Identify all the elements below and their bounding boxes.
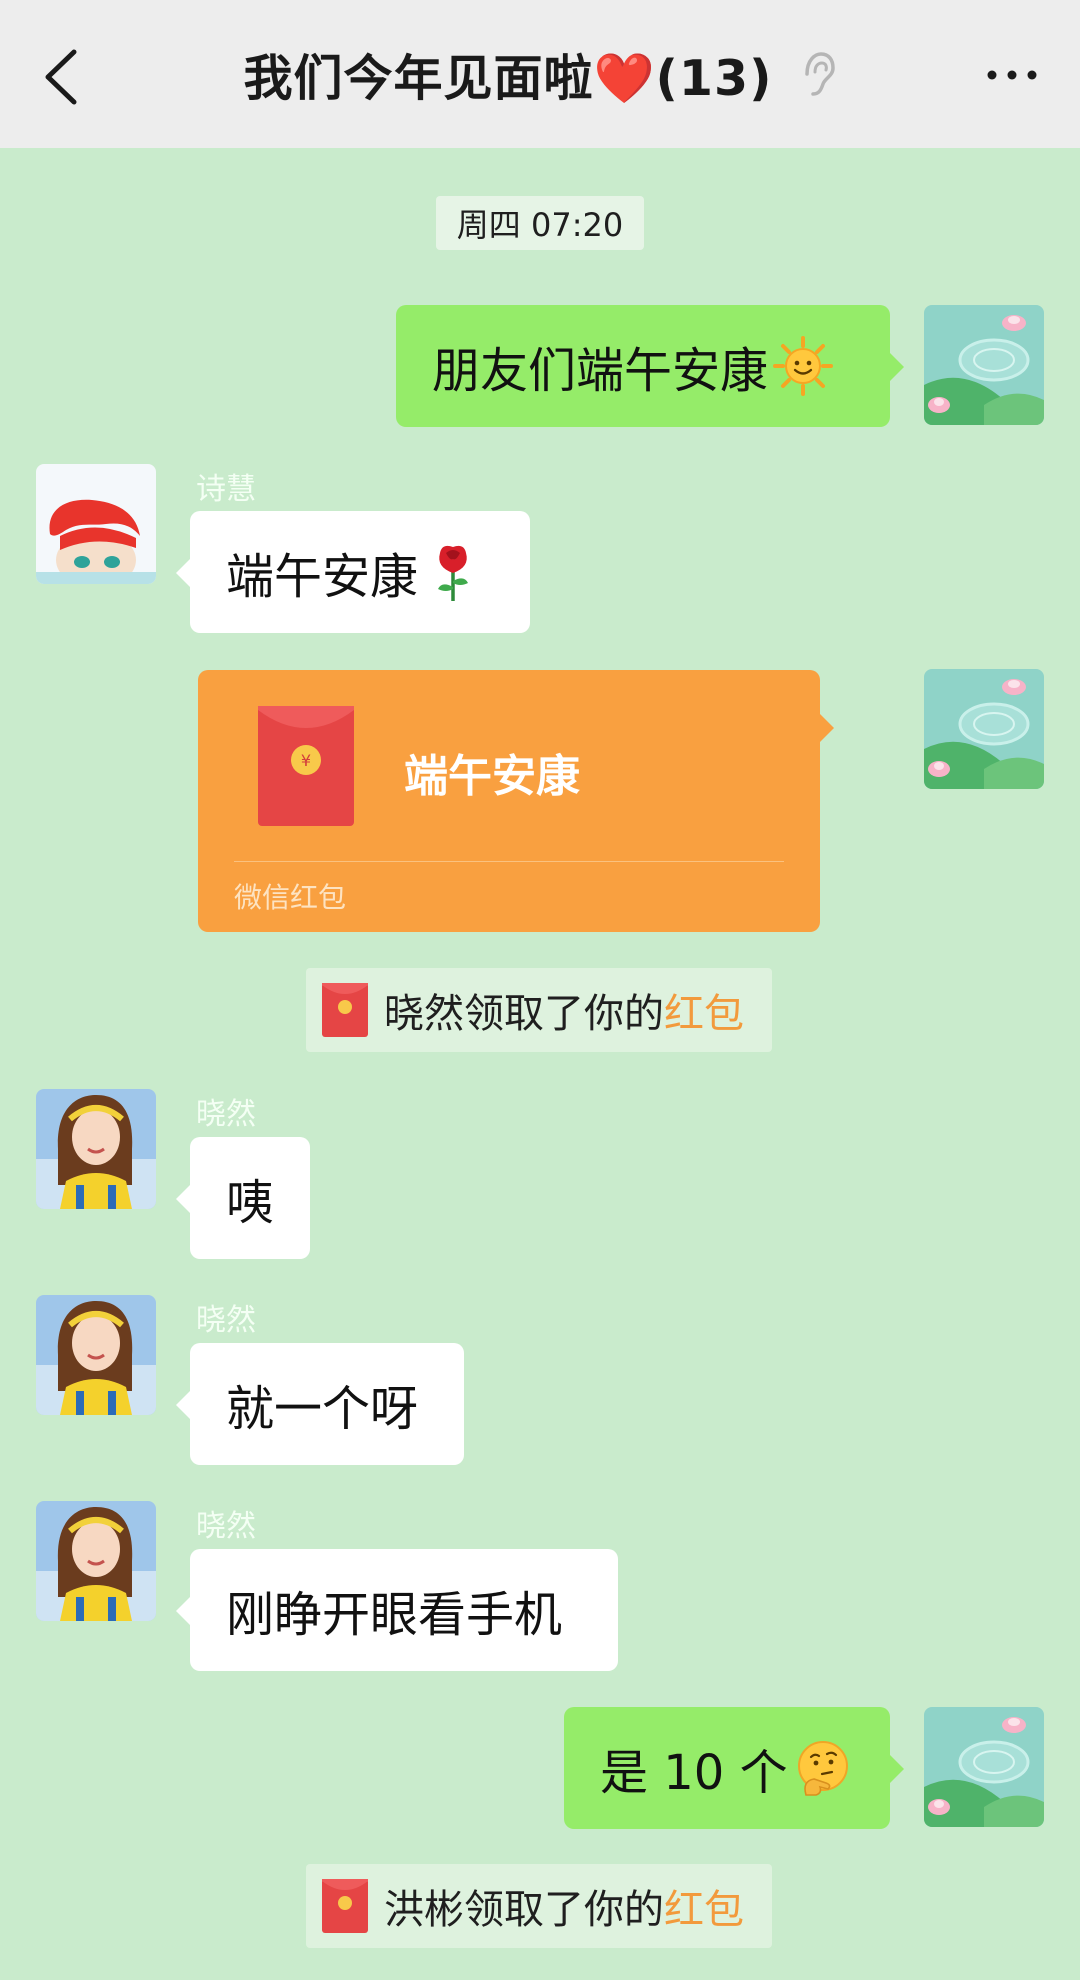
notice-text: 晓然领取了你的 (384, 991, 664, 1037)
red-packet-icon (322, 1879, 368, 1933)
sender-name: 晓然 (196, 1509, 256, 1544)
sender-avatar[interactable] (36, 464, 156, 584)
red-packet-claimed-notice: 洪彬领取了你的 红包 (306, 1864, 772, 1948)
chat-title[interactable]: 我们今年见面啦❤️(13) (244, 39, 773, 110)
my-avatar[interactable] (924, 1707, 1044, 1827)
message-bubble-outgoing[interactable]: 朋友们端午安康 (396, 305, 904, 427)
notice-text: 洪彬领取了你的 (384, 1887, 664, 1933)
message-text: 刚睁开眼看手机 (226, 1587, 563, 1643)
message-bubble-incoming[interactable]: 就一个呀 (176, 1343, 464, 1465)
thinking-face-emoji (797, 1741, 848, 1796)
red-packet-link[interactable]: 红包 (664, 981, 744, 1039)
sender-name: 诗慧 (196, 472, 256, 507)
red-packet-divider (234, 861, 784, 862)
red-packet-title: 端午安康 (404, 751, 580, 802)
sun-face-emoji (773, 336, 834, 396)
ear-icon[interactable] (797, 48, 837, 100)
sender-name: 晓然 (196, 1303, 256, 1338)
red-packet-footer: 微信红包 (234, 881, 347, 914)
more-dots-icon[interactable] (982, 60, 1042, 90)
message-bubble-incoming[interactable]: 端午安康 (176, 511, 530, 633)
message-text: 咦 (226, 1175, 275, 1231)
message-text: 就一个呀 (226, 1381, 419, 1437)
message-bubble-incoming[interactable]: 刚睁开眼看手机 (176, 1549, 618, 1671)
timestamp-label: 周四 07:20 (436, 196, 644, 250)
red-packet-icon (322, 983, 368, 1037)
message-text: 端午安康 (226, 549, 419, 605)
message-bubble-incoming[interactable]: 咦 (176, 1137, 310, 1259)
message-text: 是 10 个 (600, 1745, 788, 1801)
red-packet-card[interactable]: ¥ 端午安康 微信红包 (198, 670, 834, 932)
my-avatar[interactable] (924, 669, 1044, 789)
svg-text:¥: ¥ (301, 751, 311, 770)
sender-avatar[interactable] (36, 1501, 156, 1621)
red-packet-claimed-notice: 晓然领取了你的 红包 (306, 968, 772, 1052)
message-text: 朋友们端午安康 (432, 343, 769, 399)
rose-emoji (438, 545, 469, 601)
my-avatar[interactable] (924, 305, 1044, 425)
chat-header: 我们今年见面啦❤️(13) (0, 0, 1080, 148)
sender-avatar[interactable] (36, 1295, 156, 1415)
sender-avatar[interactable] (36, 1089, 156, 1209)
title-group: 我们今年见面啦❤️(13) (244, 39, 837, 110)
red-packet-link[interactable]: 红包 (664, 1877, 744, 1935)
red-envelope-icon: ¥ (258, 706, 354, 826)
message-bubble-outgoing[interactable]: 是 10 个 (564, 1707, 904, 1829)
chevron-left-icon[interactable] (38, 46, 84, 108)
sender-name: 晓然 (196, 1097, 256, 1132)
